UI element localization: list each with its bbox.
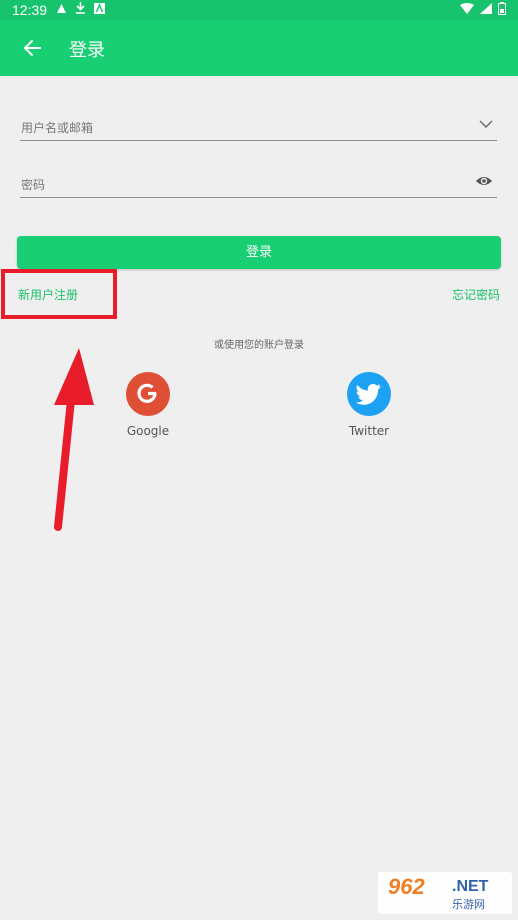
eye-icon <box>476 177 492 185</box>
app-bar: 登录 <box>0 20 518 76</box>
password-field[interactable]: 密码 <box>20 171 497 198</box>
highlight-box <box>1 269 117 319</box>
arrow-left-icon <box>24 40 41 56</box>
status-time: 12:39 <box>12 2 48 18</box>
chevron-down-icon <box>479 120 493 128</box>
google-label: Google <box>126 424 170 438</box>
annotation-arrow <box>54 348 94 531</box>
page-title: 登录 <box>69 40 105 61</box>
watermark-site: 乐游网 <box>452 898 485 911</box>
watermark-logo: 962 .NET 乐游网 <box>378 872 512 914</box>
google-login-button[interactable]: Google <box>103 372 193 438</box>
system-icons <box>460 2 506 15</box>
download-icon <box>76 2 85 14</box>
twitter-label: Twitter <box>348 424 390 438</box>
toggle-password-visibility[interactable] <box>475 173 493 193</box>
twitter-bird-icon <box>356 384 381 405</box>
app-notification-icon <box>57 3 66 13</box>
username-placeholder: 用户名或邮箱 <box>21 121 94 135</box>
back-button[interactable] <box>22 36 44 60</box>
google-g-icon <box>137 383 157 403</box>
forgot-password-link[interactable]: 忘记密码 <box>452 286 500 303</box>
watermark-brand: 962 <box>388 874 425 899</box>
username-field[interactable]: 用户名或邮箱 <box>20 114 497 141</box>
battery-icon <box>498 2 506 15</box>
app-a-icon <box>94 2 105 14</box>
google-circle <box>126 372 170 416</box>
twitter-circle <box>347 372 391 416</box>
password-placeholder: 密码 <box>21 178 46 192</box>
status-bar: 12:39 <box>0 0 518 20</box>
signal-icon <box>480 3 492 14</box>
notification-icons <box>56 2 105 14</box>
watermark-domain: .NET <box>452 878 489 895</box>
username-dropdown[interactable] <box>479 116 493 136</box>
login-button[interactable]: 登录 <box>17 236 501 269</box>
twitter-login-button[interactable]: Twitter <box>324 372 414 438</box>
wifi-icon <box>460 3 474 14</box>
